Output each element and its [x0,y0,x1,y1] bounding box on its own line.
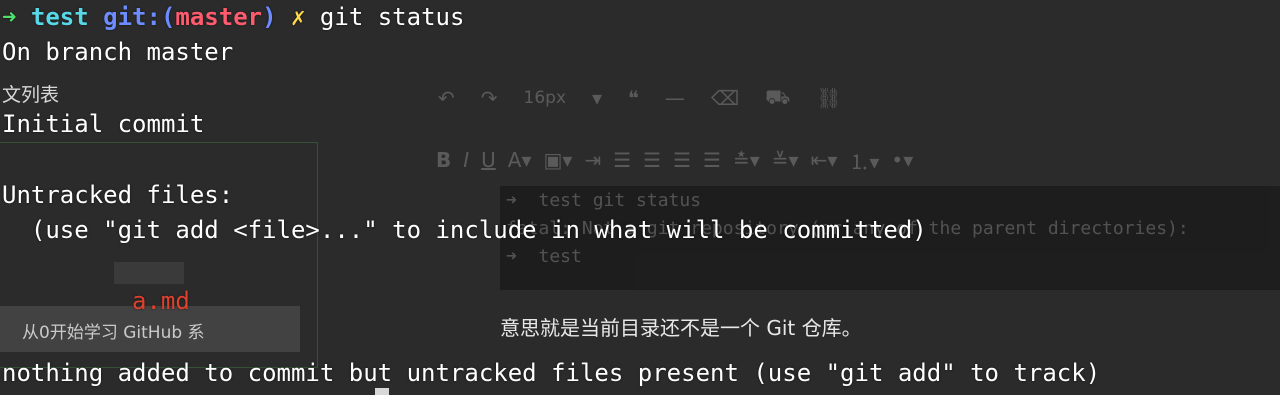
font-color-icon[interactable]: A▾ [508,148,532,172]
indent-icon[interactable]: ⇥ [584,148,601,172]
prompt-line: ➜ test git:(master) ✗ git status [2,2,464,32]
chevron-down-icon[interactable]: ▾ [592,86,602,110]
background-color-icon[interactable]: ▣▾ [544,148,573,172]
editor-toolbar-top: ↶ ↷ 16px ▾ ❝ — ⌫ ⛟ ⛓ [438,84,842,112]
prompt-git-prefix: git:( [103,3,176,31]
align-center-icon[interactable]: ☰ [643,148,661,172]
undo-icon[interactable]: ↶ [438,86,455,110]
article-caption: 意思就是当前目录还不是一个 Git 仓库。 [500,316,862,340]
dirty-mark-icon: ✗ [291,3,306,31]
ordered-list-icon[interactable]: ⒈▾ [849,146,879,175]
sidebar-thumbnail [114,262,184,284]
editor-toolbar-format: B I U A▾ ▣▾ ⇥ ☰ ☰ ☰ ☰ ≛▾ ≚▾ ⇤▾ ⒈▾ •▾ [436,146,913,174]
untracked-header-line: Untracked files: [2,181,234,209]
sidebar-card-title: 从0开始学习 GitHub 系 [22,323,205,343]
line-spacing-icon[interactable]: ≛▾ [733,148,760,172]
unordered-list-icon[interactable]: •▾ [891,148,913,172]
untracked-file-entry: a.md [132,287,190,315]
outdent-icon[interactable]: ⇤▾ [811,148,838,172]
underline-icon[interactable]: U [481,148,496,172]
embedded-terminal-line: ➜ test [506,246,582,267]
italic-icon[interactable]: I [463,148,469,172]
prompt-arrow-icon: ➜ [2,3,17,31]
paint-bucket-icon[interactable]: ⛟ [765,85,790,112]
align-right-icon[interactable]: ☰ [673,148,691,172]
redo-icon[interactable]: ↷ [481,86,498,110]
link-icon[interactable]: ⛓ [816,86,841,110]
prompt-directory: test [30,3,89,31]
embedded-terminal-line: ➜ test git status [506,190,702,211]
bold-icon[interactable]: B [436,148,451,172]
horizontal-rule-icon[interactable]: — [665,86,685,110]
sidebar-list-label: 文列表 [2,84,60,106]
eraser-icon[interactable]: ⌫ [711,86,739,110]
align-left-icon[interactable]: ☰ [613,148,631,172]
prompt-git-suffix: ) [262,3,277,31]
align-justify-icon[interactable]: ☰ [703,148,721,172]
font-size-select[interactable]: 16px [524,88,566,108]
prompt-command: git status [319,3,465,31]
prompt-branch: master [175,3,263,31]
untracked-hint-line: (use "git add <file>..." to include in w… [2,216,927,244]
terminal-cursor [375,388,389,395]
initial-commit-line: Initial commit [2,110,205,138]
branch-status-line: On branch master [2,38,234,66]
status-summary-line: nothing added to commit but untracked fi… [2,359,1101,387]
quote-icon[interactable]: ❝ [628,86,639,110]
paragraph-spacing-icon[interactable]: ≚▾ [772,148,799,172]
